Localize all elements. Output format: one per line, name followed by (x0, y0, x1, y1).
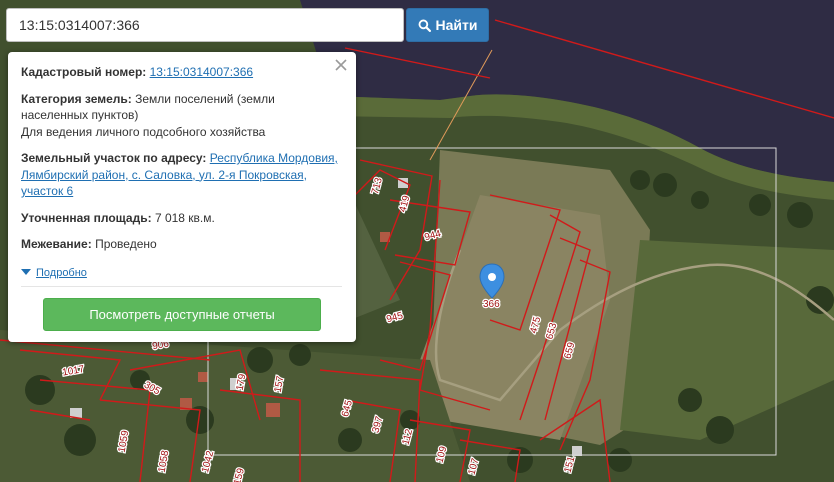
details-toggle[interactable]: Подробно (21, 267, 342, 279)
search-button[interactable]: Найти (406, 8, 489, 42)
survey-label: Межевание: (21, 237, 92, 251)
address-label: Земельный участок по адресу: (21, 151, 207, 165)
view-reports-button[interactable]: Посмотреть доступные отчеты (43, 298, 321, 331)
survey-value: Проведено (95, 237, 157, 251)
divider (21, 286, 342, 287)
marker-label: 366 (483, 299, 500, 310)
area-value: 7 018 кв.м. (154, 210, 215, 225)
area-label: Уточненная площадь: (21, 210, 152, 225)
search-bar[interactable] (6, 8, 404, 42)
search-input[interactable] (7, 9, 403, 41)
category-row: Категория земель: Земли поселений (земли… (21, 91, 342, 141)
area-row: Уточненная площадь: 7 018 кв.м. (21, 210, 342, 227)
category-label: Категория земель: (21, 91, 132, 106)
search-button-label: Найти (435, 17, 478, 33)
cadastral-label: Кадастровый номер: (21, 65, 147, 79)
search-icon (418, 19, 431, 32)
address-row: Земельный участок по адресу: Республика … (21, 150, 342, 200)
details-link[interactable]: Подробно (36, 267, 87, 279)
cadastral-link[interactable]: 13:15:0314007:366 (150, 65, 253, 79)
survey-row: Межевание: Проведено (21, 236, 342, 253)
cadastral-row: Кадастровый номер: 13:15:0314007:366 (21, 64, 342, 81)
close-icon[interactable] (334, 58, 348, 72)
category-use: Для ведения личного подсобного хозяйства (21, 124, 266, 139)
parcel-info-popup: Кадастровый номер: 13:15:0314007:366 Кат… (8, 52, 356, 342)
caret-down-icon (21, 269, 31, 275)
